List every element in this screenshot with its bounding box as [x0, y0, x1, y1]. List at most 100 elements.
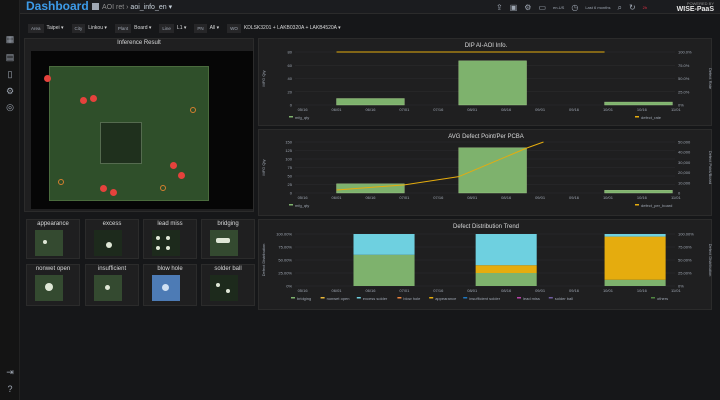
filter-line[interactable]: Line L1 ▾ — [159, 23, 189, 33]
filter-city[interactable]: City Linkou ▾ — [71, 23, 110, 33]
defect-thumb-insufficient[interactable]: insufficient — [85, 264, 139, 306]
help-icon[interactable]: ? — [5, 384, 15, 394]
x-tick-label: 06/16 — [365, 195, 376, 200]
x-tick-label: 11/01 — [671, 107, 681, 112]
stacked-bar-segment — [604, 279, 666, 286]
defect-thumb-excess[interactable]: excess — [85, 219, 139, 259]
sign-in-icon[interactable]: ⇥ — [5, 367, 15, 377]
filter-area[interactable]: Area Taipei ▾ — [28, 23, 67, 33]
chart-panel-defect-distribution: Defect Distribution Trend 100.00% 75.00% 50… — [258, 219, 713, 310]
x-tick-label: 09/01 — [535, 107, 546, 112]
x-tick-label: 05/16 — [298, 107, 309, 112]
avg-defect-chart: AVG Defect Point/Per PCBA 150 125 100 75 50 25… — [261, 134, 713, 208]
y2-tick-label: 20,000 — [678, 170, 691, 175]
clock-icon: ◷ — [571, 2, 579, 12]
filter-area-value[interactable]: Taipei ▾ — [44, 24, 67, 33]
y-tick-label: 125 — [285, 148, 292, 153]
defect-thumb-appearance[interactable]: appearance — [26, 219, 80, 259]
locale-badge[interactable]: en-US — [553, 3, 564, 12]
legend-label: mfg_qty — [295, 203, 309, 208]
y2-tick-label: 25.00% — [678, 271, 692, 276]
filter-area-label: Area — [28, 23, 44, 33]
defect-thumb-image — [35, 275, 63, 301]
server-admin-icon[interactable]: ◎ — [5, 102, 15, 112]
document-icon[interactable]: ▯ — [5, 69, 15, 79]
x-tick-label: 08/16 — [501, 195, 512, 200]
defect-thumb-label: solder ball — [214, 266, 242, 272]
time-range-picker[interactable]: Last 6 months — [585, 3, 610, 12]
y-axis-label: MFG Qty — [261, 159, 266, 175]
filter-city-value[interactable]: Linkou ▾ — [85, 24, 110, 33]
legend-swatch — [635, 204, 639, 206]
defect-thumb-nonwet-open[interactable]: nonwet open — [26, 264, 80, 306]
defect-marker — [178, 172, 185, 179]
x-tick-label: 10/01 — [603, 288, 614, 293]
legend-label: appearance — [435, 296, 457, 301]
defect-thumb-bridging[interactable]: bridging — [201, 219, 255, 259]
defect-thumb-image — [210, 230, 238, 256]
x-tick-label: 06/01 — [332, 195, 343, 200]
defect-distribution-chart: Defect Distribution Trend 100.00% 75.00% 50… — [261, 224, 713, 301]
legend-label: blow hole — [403, 296, 421, 301]
zoom-out-icon[interactable]: ⌕ — [617, 3, 621, 12]
stacked-bar-segment — [475, 234, 537, 266]
y-tick-label: 25.00% — [278, 271, 292, 276]
y2-axis-label: Defect Distribution — [708, 244, 713, 277]
x-tick-label: 08/16 — [501, 288, 512, 293]
defect-thumb-label: excess — [102, 221, 122, 227]
chart-title: AVG Defect Point/Per PCBA — [448, 134, 524, 140]
breadcrumb[interactable]: AOI ret › aoi_info_en ▾ — [92, 3, 172, 11]
dashboards-grid-icon[interactable]: ▦ — [5, 34, 15, 44]
dashboard-logo[interactable]: Dashboard — [26, 0, 89, 13]
filter-line-label: Line — [159, 23, 174, 33]
defect-thumb-lead-miss[interactable]: lead miss — [143, 219, 197, 259]
save-icon[interactable]: ▣ — [510, 3, 518, 12]
y2-axis-label: Defect Rate — [708, 68, 713, 90]
y2-tick-label: 100.0% — [678, 50, 692, 55]
legend-label: nonwet open — [327, 296, 350, 301]
defect-thumb-solder-ball[interactable]: solder ball — [201, 264, 255, 306]
folders-icon[interactable]: ▤ — [5, 52, 15, 62]
legend-label: bridging — [297, 296, 311, 301]
defect-marker — [44, 75, 51, 82]
chart-bar — [604, 190, 673, 194]
legend-swatch — [397, 297, 402, 299]
y2-tick-label: 75.00% — [678, 245, 692, 250]
settings-gear-icon[interactable]: ⚙ — [5, 86, 15, 96]
y-tick-label: 80 — [288, 50, 293, 55]
filter-wo-value[interactable]: KDLSK3201 + LAKB0320A + LAKB4520A ▾ — [241, 24, 344, 33]
filter-plant[interactable]: Plant Board ▾ — [114, 23, 155, 33]
filter-plant-value[interactable]: Board ▾ — [131, 24, 154, 33]
legend-swatch — [463, 297, 468, 299]
filter-pn[interactable]: PN All ▾ — [194, 23, 222, 33]
x-tick-label: 09/01 — [535, 195, 546, 200]
defect-thumb-label: lead miss — [157, 221, 183, 227]
refresh-icon[interactable]: ↻ — [629, 3, 636, 12]
defect-thumb-label: bridging — [217, 221, 239, 227]
x-tick-label: 09/16 — [569, 107, 580, 112]
legend-label: mfg_qty — [295, 115, 309, 120]
share-icon[interactable]: ⇪ — [496, 3, 503, 12]
x-tick-label: 10/01 — [603, 107, 614, 112]
y-tick-label: 25 — [288, 182, 293, 187]
legend-label: defect_per_board — [641, 203, 672, 208]
defect-marker — [170, 162, 177, 169]
y2-tick-label: 50.0% — [678, 76, 690, 81]
breadcrumb-folder[interactable]: AOI ret — [102, 4, 124, 11]
filter-wo[interactable]: WO KDLSK3201 + LAKB0320A + LAKB4520A ▾ — [227, 23, 344, 33]
tv-mode-icon[interactable]: ▭ — [538, 3, 546, 12]
legend-swatch — [548, 297, 553, 299]
settings-icon[interactable]: ⚙ — [524, 3, 531, 12]
x-tick-label: 09/01 — [535, 288, 546, 293]
refresh-interval[interactable]: 2h — [643, 3, 647, 12]
filter-wo-label: WO — [227, 23, 241, 33]
legend-label: others — [657, 296, 668, 301]
defect-marker — [100, 185, 107, 192]
dip-aoi-chart: DIP AI-AOI Info. 80 60 40 20 0 100.0% 75.0% 50.0… — [261, 43, 713, 120]
defect-thumb-blow-hole[interactable]: blow hole — [143, 264, 197, 306]
breadcrumb-page[interactable]: aoi_info_en — [130, 4, 166, 11]
filter-pn-value[interactable]: All ▾ — [207, 24, 222, 33]
chart-panel-avg-defect: AVG Defect Point/Per PCBA 150 125 100 75 50 25… — [258, 129, 713, 216]
filter-line-value[interactable]: L1 ▾ — [174, 24, 189, 33]
defect-thumb-image — [94, 275, 122, 301]
